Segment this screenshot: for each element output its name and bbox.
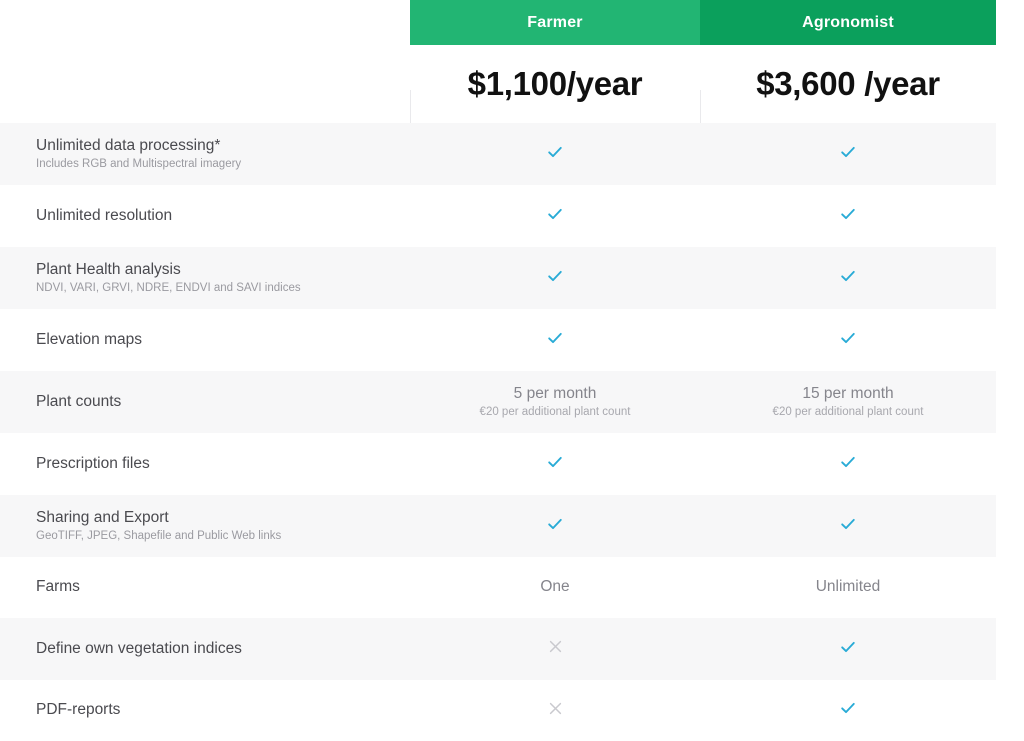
feature-title: Define own vegetation indices: [36, 639, 242, 657]
table-row: Sharing and Export GeoTIFF, JPEG, Shapefi…: [0, 495, 996, 557]
check-icon: [546, 143, 564, 166]
feature-title: Farms: [36, 578, 80, 596]
feature-value-agronomist: [700, 267, 996, 290]
feature-title: Sharing and Export: [36, 508, 169, 526]
table-row: Unlimited data processing* Includes RGB a…: [0, 123, 996, 185]
feature-value-farmer: [410, 639, 700, 659]
check-icon: [839, 453, 857, 476]
table-row: Farms One Unlimited: [0, 557, 996, 618]
check-icon: [839, 638, 857, 661]
check-icon: [839, 329, 857, 352]
check-icon: [546, 205, 564, 228]
value-text: 15 per month: [802, 384, 894, 402]
check-icon: [546, 515, 564, 538]
feature-value-agronomist: [700, 699, 996, 722]
check-icon: [839, 267, 857, 290]
plan-price-farmer: $1,100/year: [467, 65, 643, 102]
plan-price-agronomist: $3,600 /year: [756, 65, 940, 102]
feature-label: Unlimited resolution: [0, 206, 410, 226]
feature-title: Unlimited resolution: [36, 206, 173, 224]
feature-subtitle: Includes RGB and Multispectral imagery: [36, 157, 242, 170]
feature-value-farmer: One: [410, 577, 700, 597]
feature-title: Elevation maps: [36, 330, 142, 348]
check-icon: [546, 329, 564, 352]
feature-value-farmer: [410, 515, 700, 538]
feature-value-agronomist: 15 per month €20 per additional plant cou…: [700, 384, 996, 421]
feature-label: Elevation maps: [0, 330, 410, 350]
plan-header-agronomist[interactable]: Agronomist: [700, 0, 996, 45]
check-icon: [839, 699, 857, 722]
check-icon: [546, 267, 564, 290]
plan-header-farmer[interactable]: Farmer: [410, 0, 700, 45]
value-text: One: [540, 578, 570, 596]
feature-label: Plant Health analysis NDVI, VARI, GRVI, N…: [0, 260, 410, 297]
cross-icon: [548, 639, 563, 659]
plan-name-farmer: Farmer: [527, 13, 583, 31]
plan-header-row: Farmer Agronomist: [0, 0, 1024, 45]
table-row: Unlimited resolution: [0, 185, 996, 247]
feature-title: Plant Health analysis: [36, 260, 181, 278]
feature-title: PDF-reports: [36, 701, 121, 719]
feature-label: Plant counts: [0, 392, 410, 412]
feature-label: PDF-reports: [0, 700, 410, 720]
table-row: Prescription files: [0, 433, 996, 495]
feature-subtitle: NDVI, VARI, GRVI, NDRE, ENDVI and SAVI i…: [36, 281, 301, 294]
table-row: Define own vegetation indices: [0, 618, 996, 680]
feature-label: Define own vegetation indices: [0, 639, 410, 659]
plan-price-row: $1,100/year $3,600 /year: [0, 45, 1024, 168]
feature-title: Prescription files: [36, 454, 150, 472]
table-row: PDF-reports: [0, 680, 996, 741]
feature-value-farmer: 5 per month €20 per additional plant coun…: [410, 384, 700, 421]
feature-value-farmer: [410, 205, 700, 228]
feature-title: Unlimited data processing*: [36, 136, 221, 154]
check-icon: [546, 453, 564, 476]
feature-rows: Unlimited data processing* Includes RGB a…: [0, 123, 1024, 741]
value-text: 5 per month: [513, 384, 597, 402]
pricing-comparison-table: Farmer Agronomist $1,100/year $3,600 /ye…: [0, 0, 1024, 741]
feature-value-farmer: [410, 453, 700, 476]
plan-name-agronomist: Agronomist: [802, 13, 894, 31]
feature-value-farmer: [410, 267, 700, 290]
feature-value-farmer: [410, 329, 700, 352]
table-row: Plant counts 5 per month €20 per additiona…: [0, 371, 996, 433]
feature-value-agronomist: Unlimited: [700, 577, 996, 597]
feature-subtitle: GeoTIFF, JPEG, Shapefile and Public Web …: [36, 529, 282, 542]
table-row: Plant Health analysis NDVI, VARI, GRVI, N…: [0, 247, 996, 309]
feature-label: Prescription files: [0, 454, 410, 474]
table-row: Elevation maps: [0, 309, 996, 371]
value-subtext: €20 per additional plant count: [772, 405, 924, 418]
feature-title: Plant counts: [36, 392, 122, 410]
feature-value-farmer: [410, 701, 700, 721]
feature-label: Farms: [0, 577, 410, 597]
value-subtext: €20 per additional plant count: [479, 405, 631, 418]
feature-value-agronomist: [700, 453, 996, 476]
feature-value-agronomist: [700, 205, 996, 228]
feature-label: Sharing and Export GeoTIFF, JPEG, Shapefi…: [0, 508, 410, 545]
check-icon: [839, 205, 857, 228]
check-icon: [839, 515, 857, 538]
cross-icon: [548, 701, 563, 721]
check-icon: [839, 143, 857, 166]
value-text: Unlimited: [815, 578, 881, 596]
feature-value-farmer: [410, 143, 700, 166]
feature-value-agronomist: [700, 638, 996, 661]
feature-value-agronomist: [700, 329, 996, 352]
feature-value-agronomist: [700, 143, 996, 166]
feature-value-agronomist: [700, 515, 996, 538]
feature-label: Unlimited data processing* Includes RGB a…: [0, 136, 410, 173]
